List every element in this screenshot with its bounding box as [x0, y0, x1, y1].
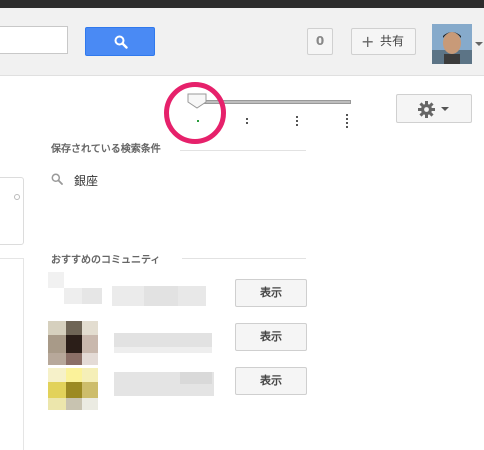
avatar-photo	[432, 24, 472, 64]
community-thumbnail-pixel	[66, 398, 82, 410]
slider-tick	[346, 114, 348, 130]
section-divider	[182, 258, 306, 259]
magnifier-icon	[51, 173, 63, 185]
chevron-down-icon[interactable]	[475, 42, 483, 46]
community-thumbnail-pixel	[114, 333, 212, 347]
share-label: 共有	[380, 34, 405, 48]
community-thumbnail-pixel	[82, 353, 98, 365]
community-thumbnail-pixel	[114, 347, 212, 353]
show-community-button[interactable]: 表示	[235, 279, 307, 307]
community-thumbnail-pixel	[82, 398, 98, 410]
top-bar	[0, 0, 484, 8]
community-thumbnail-pixel	[82, 288, 102, 304]
chevron-down-icon	[441, 107, 449, 111]
divider	[0, 258, 24, 259]
slider-tick	[246, 118, 248, 126]
community-thumbnail-pixel	[64, 288, 82, 304]
share-button[interactable]: + 共有	[351, 28, 416, 55]
community-thumbnail-pixel	[48, 272, 64, 288]
header: 0 + 共有	[0, 8, 484, 76]
community-thumbnail-pixel	[66, 353, 82, 365]
search-input[interactable]	[0, 26, 68, 54]
community-thumbnail-pixel	[82, 321, 98, 335]
show-community-button[interactable]: 表示	[235, 323, 307, 351]
community-thumbnail-pixel	[82, 382, 98, 398]
section-divider	[180, 150, 306, 151]
divider	[23, 258, 24, 450]
search-icon	[114, 35, 128, 49]
slider-tick	[296, 116, 298, 128]
saved-search-label: 銀座	[74, 174, 99, 188]
community-thumbnail-pixel	[144, 286, 178, 306]
community-thumbnail-pixel	[180, 372, 212, 384]
community-thumbnail-pixel	[66, 335, 82, 353]
plus-icon: +	[361, 32, 375, 51]
community-thumbnail-pixel	[178, 286, 206, 306]
side-card[interactable]	[0, 177, 24, 245]
card-indicator	[14, 194, 20, 200]
community-thumbnail-pixel	[48, 368, 66, 382]
settings-button[interactable]	[396, 94, 472, 123]
community-thumbnail-pixel	[48, 335, 66, 353]
gear-icon	[418, 101, 435, 118]
community-thumbnail-pixel	[48, 321, 66, 335]
avatar[interactable]	[432, 24, 472, 64]
community-thumbnail-pixel	[48, 398, 66, 410]
saved-searches-title: 保存されている検索条件	[51, 144, 161, 155]
search-button[interactable]	[85, 27, 155, 56]
community-thumbnail-pixel	[66, 321, 82, 335]
community-thumbnail-pixel	[48, 353, 66, 365]
show-community-button[interactable]: 表示	[235, 367, 307, 395]
community-thumbnail-pixel	[82, 368, 98, 382]
community-thumbnail-pixel	[48, 382, 66, 398]
community-thumbnail-pixel	[82, 335, 98, 353]
notification-count-button[interactable]: 0	[307, 28, 333, 55]
community-thumbnail-pixel	[66, 368, 82, 382]
highlight-ring	[164, 82, 226, 144]
community-thumbnail-pixel	[66, 382, 82, 398]
recommended-communities-title: おすすめのコミュニティ	[51, 255, 161, 266]
